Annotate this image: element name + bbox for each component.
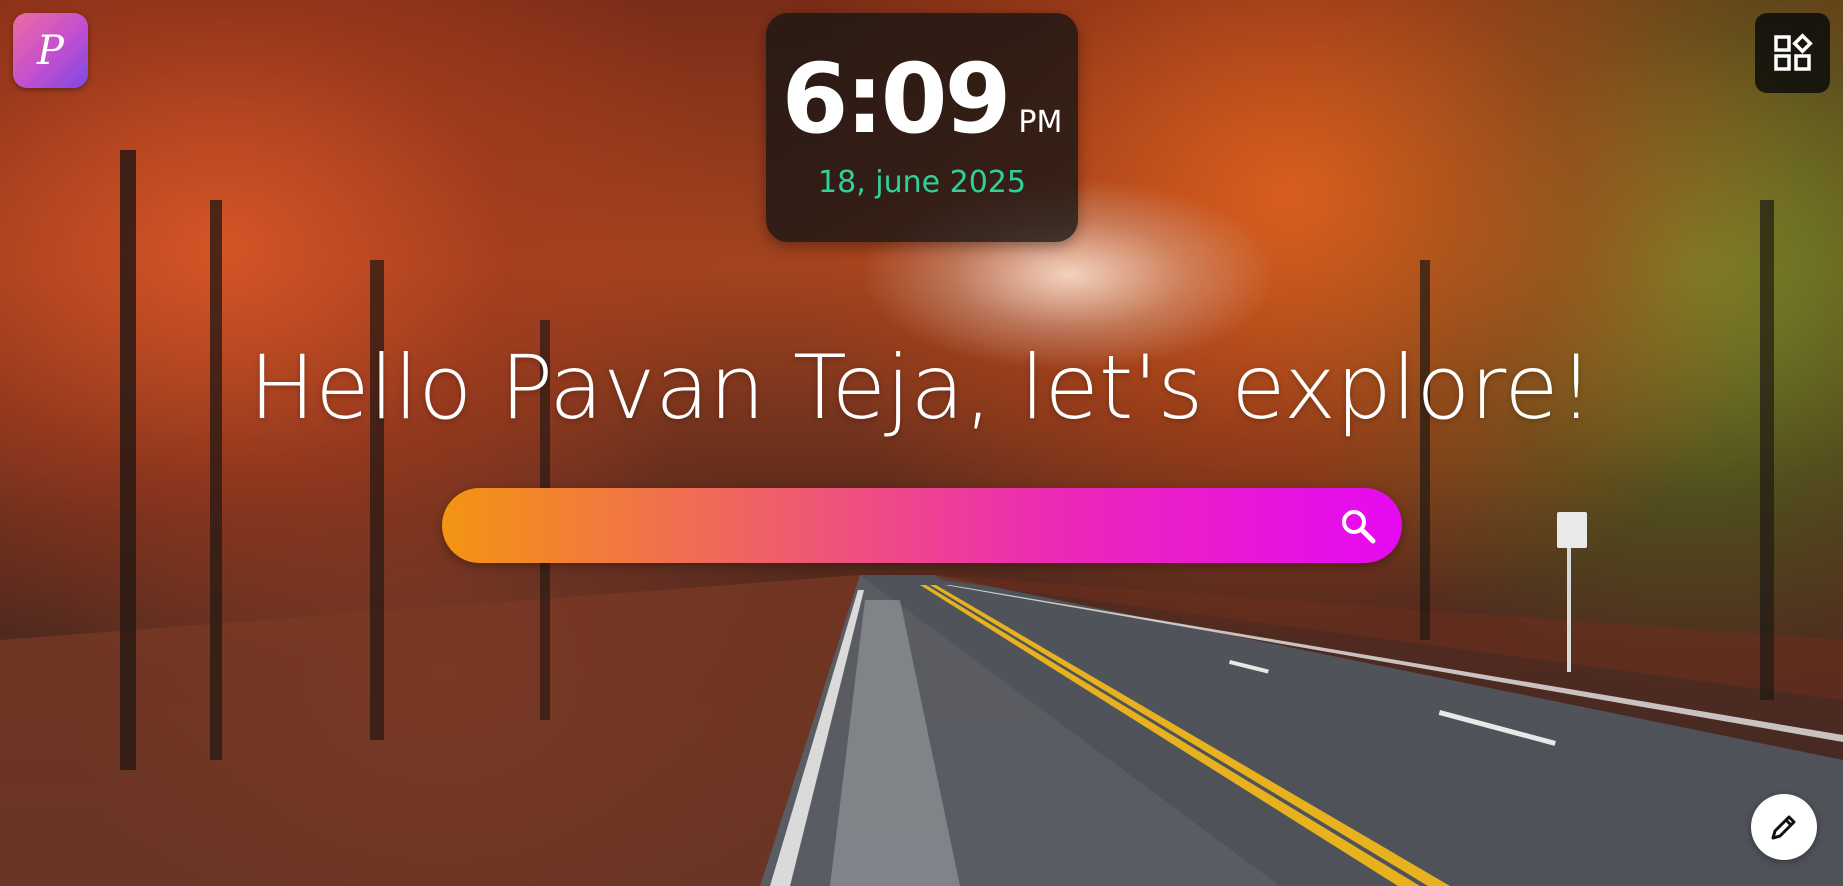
edit-button[interactable] [1751,794,1817,860]
search-input[interactable] [472,488,1316,565]
search-bar [442,488,1402,565]
search-button[interactable] [1332,500,1384,552]
clock-widget: 6:09 PM 18, june 2025 [766,13,1078,242]
clock-date: 18, june 2025 [818,165,1026,200]
clock-time: 6:09 [781,43,1012,155]
search-icon [1342,510,1376,544]
greeting-heading: Hello Pavan Teja, let's explore! [249,336,1594,439]
apps-grid-icon [1773,33,1813,71]
pencil-icon [1771,815,1796,840]
clock-ampm: PM [1018,105,1063,140]
apps-button[interactable] [1755,13,1830,93]
time-row: 6:09 PM [782,51,1063,147]
logo-letter: P [37,27,64,74]
app-logo[interactable]: P [13,13,88,88]
